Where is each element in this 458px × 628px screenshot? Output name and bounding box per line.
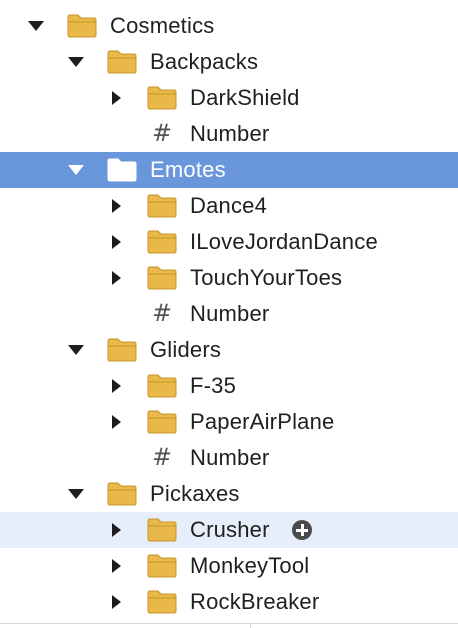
expand-arrow-icon[interactable] (108, 270, 124, 286)
expand-arrow-icon[interactable] (108, 594, 124, 610)
tree-item-gliders[interactable]: Gliders (0, 332, 458, 368)
tree-item-label: PaperAirPlane (190, 409, 335, 434)
tree-item-cosmetics[interactable]: Cosmetics (0, 8, 458, 44)
folder-icon (147, 266, 177, 290)
folder-icon (147, 518, 177, 542)
tree-item-emotes[interactable]: Emotes (0, 152, 458, 188)
panel-divider-tick (250, 623, 251, 628)
expand-arrow-icon[interactable] (108, 234, 124, 250)
tree-item-dance4[interactable]: Dance4 (0, 188, 458, 224)
tree-item-ilovejordandance[interactable]: ILoveJordanDance (0, 224, 458, 260)
tree-item-crusher[interactable]: Crusher (0, 512, 458, 548)
folder-icon (107, 482, 137, 506)
tree-item-label: Emotes (150, 157, 226, 182)
folder-icon (67, 14, 97, 38)
expand-arrow-icon[interactable] (108, 558, 124, 574)
folder-icon (147, 230, 177, 254)
folder-icon (147, 374, 177, 398)
add-object-icon[interactable] (292, 520, 312, 540)
number-value-icon: # (151, 443, 173, 471)
tree-item-label: Pickaxes (150, 481, 240, 506)
tree-item-darkshield[interactable]: DarkShield (0, 80, 458, 116)
collapse-arrow-icon[interactable] (28, 18, 44, 34)
tree-item-label: Backpacks (150, 49, 259, 74)
folder-icon (147, 194, 177, 218)
panel-divider (0, 623, 458, 624)
folder-icon (107, 158, 137, 182)
tree-item-backpacks[interactable]: Backpacks (0, 44, 458, 80)
folder-icon (147, 410, 177, 434)
tree-item-label: F-35 (190, 373, 237, 398)
tree-item-label: Dance4 (190, 193, 268, 218)
collapse-arrow-icon[interactable] (68, 162, 84, 178)
tree-item-label: Number (190, 121, 270, 146)
tree-item-number[interactable]: # Number (0, 116, 458, 152)
number-value-icon: # (151, 299, 173, 327)
tree-item-label: ILoveJordanDance (190, 229, 378, 254)
tree-item-number[interactable]: # Number (0, 440, 458, 476)
tree-item-number[interactable]: # Number (0, 296, 458, 332)
tree-item-label: Gliders (150, 337, 222, 362)
tree-item-label: TouchYourToes (190, 265, 343, 290)
folder-icon (147, 554, 177, 578)
expand-arrow-icon[interactable] (108, 198, 124, 214)
tree-item-label: Cosmetics (110, 13, 215, 38)
collapse-arrow-icon[interactable] (68, 54, 84, 70)
tree-item-label: Number (190, 445, 270, 470)
tree-item-label: Number (190, 301, 270, 326)
tree-item-label: DarkShield (190, 85, 300, 110)
tree-item-monkeytool[interactable]: MonkeyTool (0, 548, 458, 584)
explorer-tree: Cosmetics Backpacks DarkShield # Number … (0, 8, 458, 620)
expand-arrow-icon[interactable] (108, 414, 124, 430)
tree-item-pickaxes[interactable]: Pickaxes (0, 476, 458, 512)
tree-item-label: MonkeyTool (190, 553, 310, 578)
folder-icon (107, 50, 137, 74)
folder-icon (147, 590, 177, 614)
folder-icon (107, 338, 137, 362)
tree-item-touchyourtoes[interactable]: TouchYourToes (0, 260, 458, 296)
expand-arrow-icon[interactable] (108, 90, 124, 106)
collapse-arrow-icon[interactable] (68, 486, 84, 502)
tree-item-label: RockBreaker (190, 589, 320, 614)
tree-item-label: Crusher (190, 517, 270, 542)
number-value-icon: # (151, 119, 173, 147)
collapse-arrow-icon[interactable] (68, 342, 84, 358)
folder-icon (147, 86, 177, 110)
expand-arrow-icon[interactable] (108, 522, 124, 538)
expand-arrow-icon[interactable] (108, 378, 124, 394)
tree-item-f35[interactable]: F-35 (0, 368, 458, 404)
tree-item-paperairplane[interactable]: PaperAirPlane (0, 404, 458, 440)
tree-item-rockbreaker[interactable]: RockBreaker (0, 584, 458, 620)
